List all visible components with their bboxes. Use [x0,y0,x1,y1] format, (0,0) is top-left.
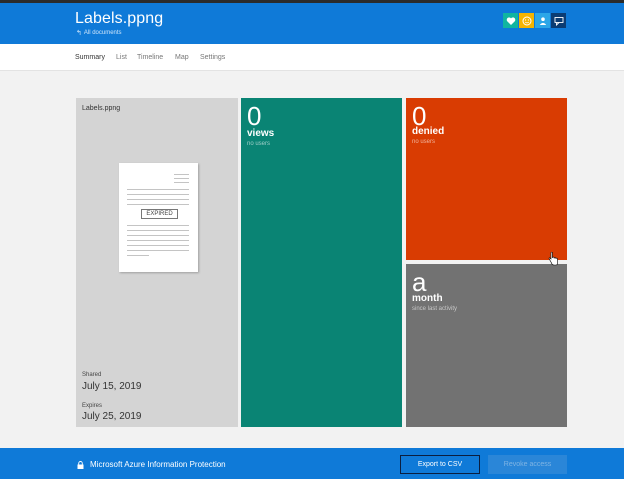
document-tile: Labels.ppng EXPIRED Shared July 15, 2019… [76,98,238,427]
export-csv-button[interactable]: Export to CSV [400,455,480,474]
hand-cursor-icon [548,252,558,266]
denied-sublabel: no users [412,139,436,145]
back-arrow-icon: ↰ [76,30,82,37]
expires-label: Expires [82,403,103,409]
views-label: views [247,128,275,139]
shared-date: July 15, 2019 [82,381,142,392]
tab-list[interactable]: List [116,54,127,61]
feedback-icon[interactable] [551,13,566,28]
back-link[interactable]: ↰ All documents [76,29,122,37]
product-name: Microsoft Azure Information Protection [90,460,226,469]
heart-icon[interactable] [503,13,518,28]
expires-date: July 25, 2019 [82,411,142,422]
back-link-label: All documents [83,30,122,36]
shared-label: Shared [82,372,102,378]
document-name: Labels.ppng [82,105,121,112]
revoke-access-button[interactable]: Revoke access [488,455,567,474]
header-icons [503,13,566,28]
last-activity-unit: month [412,293,443,304]
expired-stamp: EXPIRED [141,209,178,219]
product-brand: Microsoft Azure Information Protection [77,460,226,469]
smiley-icon[interactable] [519,13,534,28]
tab-bar: Summary List Timeline Map Settings [0,44,624,71]
lock-icon [77,460,84,469]
views-sublabel: no users [247,141,271,147]
tab-summary[interactable]: Summary [75,54,105,61]
denied-tile[interactable]: 0 denied no users [406,98,567,260]
views-count: 0 [247,101,262,131]
person-icon[interactable] [535,13,550,28]
last-activity-sublabel: since last activity [412,306,458,312]
page-title: Labels.ppng [75,10,164,27]
last-activity-tile[interactable]: a month since last activity [406,264,567,427]
denied-label: denied [412,126,445,137]
tab-timeline[interactable]: Timeline [137,54,163,61]
footer-bar: Microsoft Azure Information Protection E… [0,448,624,479]
tab-map[interactable]: Map [175,54,189,61]
header-bar: Labels.ppng ↰ All documents [0,3,624,44]
tab-settings[interactable]: Settings [200,54,225,61]
document-preview: EXPIRED [119,163,198,272]
views-tile[interactable]: 0 views no users [241,98,402,427]
